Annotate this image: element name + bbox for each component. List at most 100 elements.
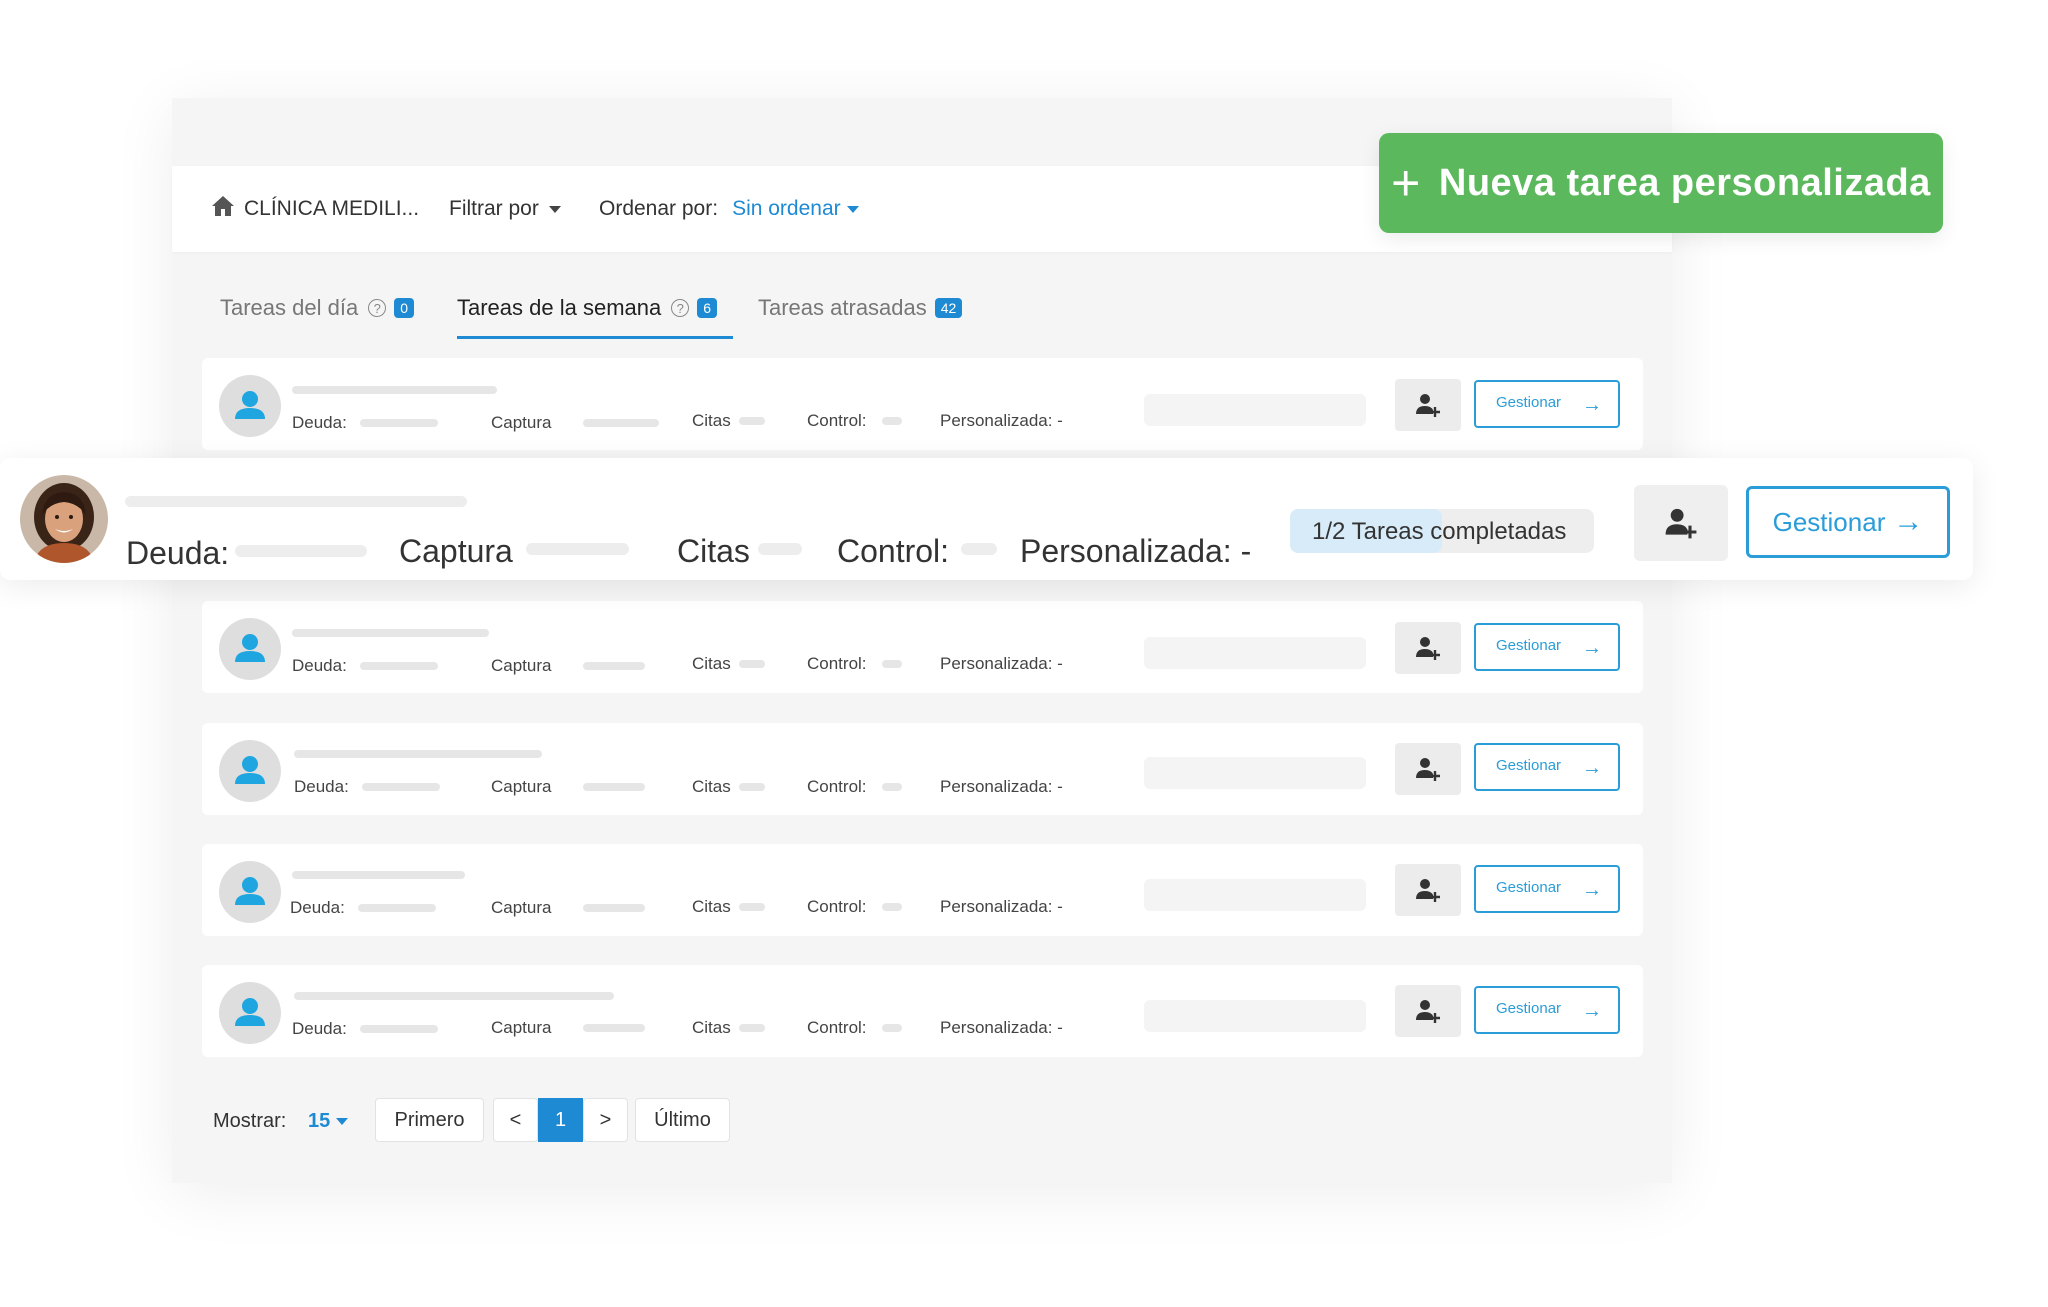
add-user-icon xyxy=(1416,394,1440,417)
arrow-right-icon: → xyxy=(1582,394,1602,416)
citas-placeholder xyxy=(739,903,765,911)
control-label: Control: xyxy=(807,1018,867,1037)
assign-user-button[interactable] xyxy=(1395,379,1461,431)
filter-dropdown[interactable]: Filtrar por xyxy=(449,197,561,221)
next-page-button[interactable]: > xyxy=(583,1098,628,1142)
arrow-right-icon: → xyxy=(1582,1000,1602,1022)
control-label: Control: xyxy=(807,897,867,916)
help-icon[interactable]: ? xyxy=(671,299,690,317)
chevron-down-icon xyxy=(548,205,561,213)
deuda-placeholder xyxy=(358,904,436,912)
avatar xyxy=(219,618,281,680)
tab-tareas-de-la-semana[interactable]: Tareas de la semana ? 6 xyxy=(457,288,718,328)
name-placeholder xyxy=(294,992,614,1000)
avatar xyxy=(219,982,281,1044)
tab-label: Tareas de la semana xyxy=(457,295,662,320)
citas-placeholder xyxy=(739,417,765,425)
add-user-icon xyxy=(1416,879,1440,902)
chevron-down-icon xyxy=(336,1118,349,1125)
manage-button[interactable]: Gestionar → xyxy=(1746,486,1950,558)
personalizada-label: Personalizada: - xyxy=(940,777,1063,796)
current-page-button[interactable]: 1 xyxy=(538,1098,583,1142)
citas-placeholder xyxy=(739,660,765,668)
assign-user-button[interactable] xyxy=(1634,485,1728,561)
captura-label: Captura xyxy=(399,533,513,569)
captura-label: Captura xyxy=(491,656,552,675)
citas-label: Citas xyxy=(692,777,731,796)
tab-label: Tareas atrasadas xyxy=(758,295,927,320)
count-badge: 0 xyxy=(394,298,414,318)
first-page-button[interactable]: Primero xyxy=(375,1098,484,1142)
add-user-icon xyxy=(1416,1000,1440,1023)
plus-icon: + xyxy=(1391,155,1421,211)
name-placeholder xyxy=(292,629,489,637)
control-label: Control: xyxy=(807,654,867,673)
tab-label: Tareas del día xyxy=(220,295,359,320)
assign-user-button[interactable] xyxy=(1395,743,1461,795)
count-badge: 6 xyxy=(697,298,718,318)
deuda-label: Deuda: xyxy=(292,656,347,675)
new-task-button[interactable]: + Nueva tarea personalizada xyxy=(1379,133,1943,233)
order-label: Ordenar por: xyxy=(599,197,719,220)
citas-placeholder xyxy=(739,1024,765,1032)
manage-label: Gestionar xyxy=(1496,757,1562,774)
help-icon[interactable]: ? xyxy=(368,299,387,317)
progress-text: 1/2 Tareas completadas xyxy=(1312,518,1567,545)
captura-label: Captura xyxy=(491,1018,552,1037)
citas-label: Citas xyxy=(692,411,731,430)
deuda-placeholder xyxy=(360,1025,438,1033)
captura-label: Captura xyxy=(491,413,552,432)
deuda-label: Deuda: xyxy=(292,1019,347,1038)
active-tab-indicator xyxy=(457,336,733,339)
tab-tareas-del-dia[interactable]: Tareas del día ? 0 xyxy=(220,288,414,328)
manage-button[interactable]: Gestionar → xyxy=(1474,623,1620,671)
manage-label: Gestionar xyxy=(1496,1000,1562,1017)
manage-label: Gestionar xyxy=(1496,637,1562,654)
manage-button[interactable]: Gestionar → xyxy=(1474,865,1620,913)
control-placeholder xyxy=(961,543,997,555)
tab-tareas-atrasadas[interactable]: Tareas atrasadas 42 xyxy=(758,288,963,328)
control-placeholder xyxy=(882,1024,902,1032)
task-progress-bar: 1/2 Tareas completadas xyxy=(1290,509,1594,553)
name-placeholder xyxy=(292,871,465,879)
chevron-down-icon xyxy=(846,205,859,213)
last-page-button[interactable]: Último xyxy=(635,1098,730,1142)
page-size-value: 15 xyxy=(308,1110,331,1132)
order-dropdown[interactable]: Sin ordenar xyxy=(732,197,859,221)
deuda-label: Deuda: xyxy=(292,413,347,432)
assign-user-button[interactable] xyxy=(1395,622,1461,674)
task-row: Deuda: Captura Citas Control: Personaliz… xyxy=(202,723,1643,815)
clinic-selector[interactable]: CLÍNICA MEDILI... xyxy=(210,194,419,224)
progress-placeholder xyxy=(1144,637,1366,669)
citas-label: Citas xyxy=(692,654,731,673)
manage-button[interactable]: Gestionar → xyxy=(1474,743,1620,791)
manage-button[interactable]: Gestionar → xyxy=(1474,380,1620,428)
name-placeholder xyxy=(125,496,467,507)
deuda-label: Deuda: xyxy=(126,535,230,571)
prev-page-button[interactable]: < xyxy=(493,1098,538,1142)
arrow-right-icon: → xyxy=(1582,757,1602,779)
page-size-select[interactable]: 15 xyxy=(308,1110,349,1133)
name-placeholder xyxy=(294,750,542,758)
manage-button[interactable]: Gestionar → xyxy=(1474,986,1620,1034)
arrow-right-icon: → xyxy=(1582,637,1602,659)
assign-user-button[interactable] xyxy=(1395,864,1461,916)
control-placeholder xyxy=(882,660,902,668)
arrow-right-icon: → xyxy=(1893,505,1924,538)
progress-placeholder xyxy=(1144,1000,1366,1032)
deuda-placeholder xyxy=(235,545,367,557)
add-user-icon xyxy=(1416,758,1440,781)
progress-placeholder xyxy=(1144,394,1366,426)
deuda-placeholder xyxy=(360,662,438,670)
progress-placeholder xyxy=(1144,879,1366,911)
personalizada-label: Personalizada: - xyxy=(940,1018,1063,1037)
captura-placeholder xyxy=(583,783,645,791)
manage-label: Gestionar xyxy=(1496,394,1562,411)
assign-user-button[interactable] xyxy=(1395,985,1461,1037)
featured-task-row: Deuda: Captura Citas Control: Personaliz… xyxy=(0,458,1973,580)
deuda-label: Deuda: xyxy=(294,777,349,796)
count-badge: 42 xyxy=(934,298,963,318)
control-placeholder xyxy=(882,783,902,791)
arrow-right-icon: → xyxy=(1582,879,1602,901)
filter-label: Filtrar por xyxy=(449,197,539,220)
